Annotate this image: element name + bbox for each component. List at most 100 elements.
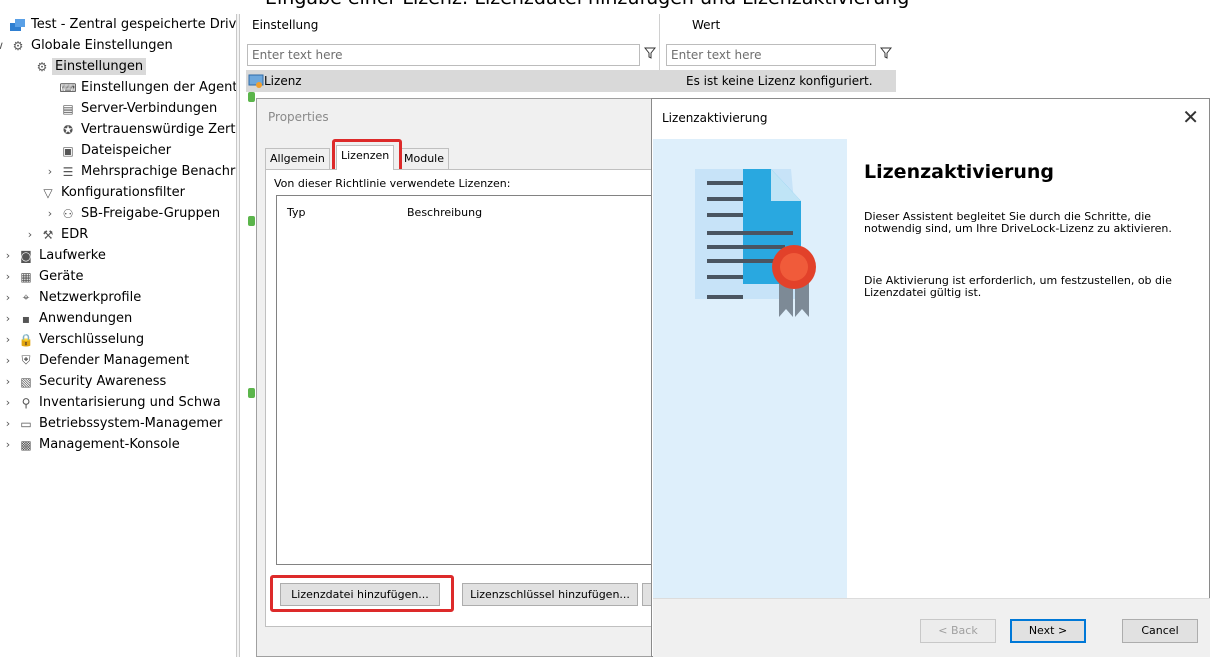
- tree-item[interactable]: › ☰ Mehrsprachige Benachri: [44, 161, 236, 182]
- filter-input-setting[interactable]: Enter text here: [247, 44, 640, 66]
- wizard-heading: Lizenzaktivierung: [864, 161, 1055, 183]
- chevron-right-icon[interactable]: ›: [2, 333, 14, 346]
- tree-item[interactable]: ⌨ Einstellungen der Agente: [59, 77, 236, 98]
- add-license-key-button[interactable]: Lizenzschlüssel hinzufügen...: [462, 583, 638, 606]
- chevron-right-icon[interactable]: ›: [44, 207, 56, 220]
- group-icon: ⚇: [62, 206, 74, 221]
- caption-text: Eingabe einer Lizenz: Lizenzdatei hinzuf…: [265, 0, 909, 8]
- tree-item-label: Globale Einstellungen: [31, 38, 173, 53]
- tree-item-label: Mehrsprachige Benachri: [81, 164, 236, 179]
- server-icon: ▤: [62, 101, 74, 116]
- tree-item-label: Einstellungen der Agente: [81, 80, 236, 95]
- tree-item-label: Server-Verbindungen: [81, 101, 218, 116]
- chevron-right-icon[interactable]: ›: [2, 438, 14, 451]
- tree-item-label: Dateispeicher: [81, 143, 172, 158]
- filter-icon[interactable]: [641, 45, 659, 65]
- wizard-paragraph-1: Dieser Assistent begleitet Sie durch die…: [864, 210, 1172, 235]
- tree-item[interactable]: › ▩ Management-Konsole: [2, 434, 180, 455]
- keyboard-icon: ⌨: [59, 80, 77, 95]
- gear-icon: ⚙: [36, 59, 48, 74]
- chevron-right-icon[interactable]: ›: [2, 375, 14, 388]
- tree-item[interactable]: › ◙ Laufwerke: [2, 245, 106, 266]
- filter-input-value[interactable]: Enter text here: [666, 44, 876, 66]
- back-button[interactable]: < Back: [920, 619, 996, 643]
- message-icon: ☰: [62, 164, 74, 179]
- license-list[interactable]: Typ Beschreibung: [276, 195, 658, 565]
- tree-item-label: Geräte: [39, 269, 84, 284]
- column-header-setting[interactable]: Einstellung: [246, 14, 660, 36]
- console-icon: ▩: [20, 437, 32, 452]
- filter-icon[interactable]: [877, 45, 895, 65]
- tree-item[interactable]: ▤ Server-Verbindungen: [60, 98, 217, 119]
- tab-module[interactable]: Module: [399, 148, 449, 169]
- drive-icon: ◙: [20, 248, 32, 263]
- tree-item[interactable]: › ▭ Betriebssystem-Managemer: [2, 413, 223, 434]
- column-typ[interactable]: Typ: [287, 206, 306, 219]
- tree-item[interactable]: › ▧ Security Awareness: [2, 371, 167, 392]
- tree-item[interactable]: ✪ Vertrauenswürdige Zertif: [60, 119, 236, 140]
- device-icon: ▦: [20, 269, 32, 284]
- splitter[interactable]: [236, 14, 240, 657]
- tree-item-label: Einstellungen: [52, 58, 147, 75]
- wizard-footer: < Back Next > Cancel: [653, 598, 1210, 657]
- chevron-right-icon[interactable]: ›: [24, 228, 36, 241]
- button-highlight: [270, 575, 454, 612]
- policy-icon: [10, 17, 26, 33]
- tree-item-label: Vertrauenswürdige Zertif: [81, 122, 236, 137]
- shield-icon: ⛨: [21, 353, 31, 367]
- table-row[interactable]: Lizenz Es ist keine Lizenz konfiguriert.: [246, 70, 896, 92]
- navigation-tree: Test - Zentral gespeicherte Drive ∨ ⚙ Glob…: [0, 14, 236, 657]
- tab-lizenzen[interactable]: Lizenzen: [336, 145, 395, 170]
- tree-item-label: Inventarisierung und Schwa: [39, 395, 221, 410]
- chevron-right-icon[interactable]: ›: [2, 270, 14, 283]
- cancel-button[interactable]: Cancel: [1122, 619, 1198, 643]
- tree-item[interactable]: › ⚇ SB-Freigabe-Gruppen: [44, 203, 220, 224]
- filter-icon: ▽: [43, 185, 53, 200]
- wizard-paragraph-2: Die Aktivierung ist erforderlich, um fes…: [864, 274, 1172, 299]
- column-divider: [659, 14, 660, 70]
- chevron-down-icon[interactable]: ∨: [0, 39, 6, 52]
- next-button[interactable]: Next >: [1010, 619, 1086, 643]
- tab-allgemein[interactable]: Allgemein: [265, 148, 330, 169]
- tree-item[interactable]: ▽ Konfigurationsfilter: [40, 182, 185, 203]
- lock-icon: 🔒: [18, 332, 34, 347]
- tree-item-label: Betriebssystem-Managemer: [39, 416, 223, 431]
- row-setting: Lizenz: [264, 74, 302, 88]
- tree-item[interactable]: › ⚒ EDR: [24, 224, 88, 245]
- properties-dialog: Properties Allgemein Lizenzen Module Von…: [256, 98, 658, 657]
- tree-item[interactable]: ▣ Dateispeicher: [60, 140, 171, 161]
- tree-item-label: SB-Freigabe-Gruppen: [81, 206, 221, 221]
- tree-item[interactable]: › ⌖ Netzwerkprofile: [2, 287, 141, 308]
- tree-item[interactable]: › ⚲ Inventarisierung und Schwa: [2, 392, 221, 413]
- tree-root[interactable]: Test - Zentral gespeicherte Drive: [10, 14, 236, 35]
- chevron-right-icon[interactable]: ›: [2, 417, 14, 430]
- wizard-title: Lizenzaktivierung: [662, 111, 768, 125]
- wizard-side-panel: [653, 139, 847, 598]
- tree-item[interactable]: › ⛨ Defender Management: [2, 350, 189, 371]
- monitor-icon: ▭: [20, 416, 32, 431]
- tree-item-label: Konfigurationsfilter: [61, 185, 185, 200]
- tree-item[interactable]: › 🔒 Verschlüsselung: [2, 329, 144, 350]
- storage-icon: ▣: [62, 143, 74, 158]
- column-beschreibung[interactable]: Beschreibung: [407, 206, 482, 219]
- tree-item[interactable]: › ▦ Geräte: [2, 266, 84, 287]
- tab-panel-lizenzen: Von dieser Richtlinie verwendete Lizenze…: [265, 169, 658, 627]
- chevron-right-icon[interactable]: ›: [2, 396, 14, 409]
- chevron-right-icon[interactable]: ›: [2, 312, 14, 325]
- tree-item-label: Netzwerkprofile: [39, 290, 142, 305]
- column-header-value[interactable]: Wert: [686, 14, 896, 36]
- cropped-caption: Eingabe einer Lizenz: Lizenzdatei hinzuf…: [0, 0, 1210, 8]
- tree-item[interactable]: ∨ ⚙ Globale Einstellungen: [0, 35, 173, 56]
- license-activation-wizard: Lizenzaktivierung ✕ Lizenzaktivierung Di…: [651, 98, 1210, 657]
- tree-item[interactable]: › ▪ Anwendungen: [2, 308, 132, 329]
- row-value: Es ist keine Lizenz konfiguriert.: [686, 74, 873, 88]
- tree-item-label: Security Awareness: [39, 374, 167, 389]
- inventory-icon: ⚲: [21, 395, 31, 410]
- network-icon: ⌖: [22, 290, 30, 304]
- tree-item[interactable]: ⚙ Einstellungen: [34, 56, 147, 77]
- chevron-right-icon[interactable]: ›: [2, 291, 14, 304]
- chevron-right-icon[interactable]: ›: [2, 354, 14, 367]
- chevron-right-icon[interactable]: ›: [2, 249, 14, 262]
- close-icon[interactable]: ✕: [1182, 105, 1199, 129]
- chevron-right-icon[interactable]: ›: [44, 165, 56, 178]
